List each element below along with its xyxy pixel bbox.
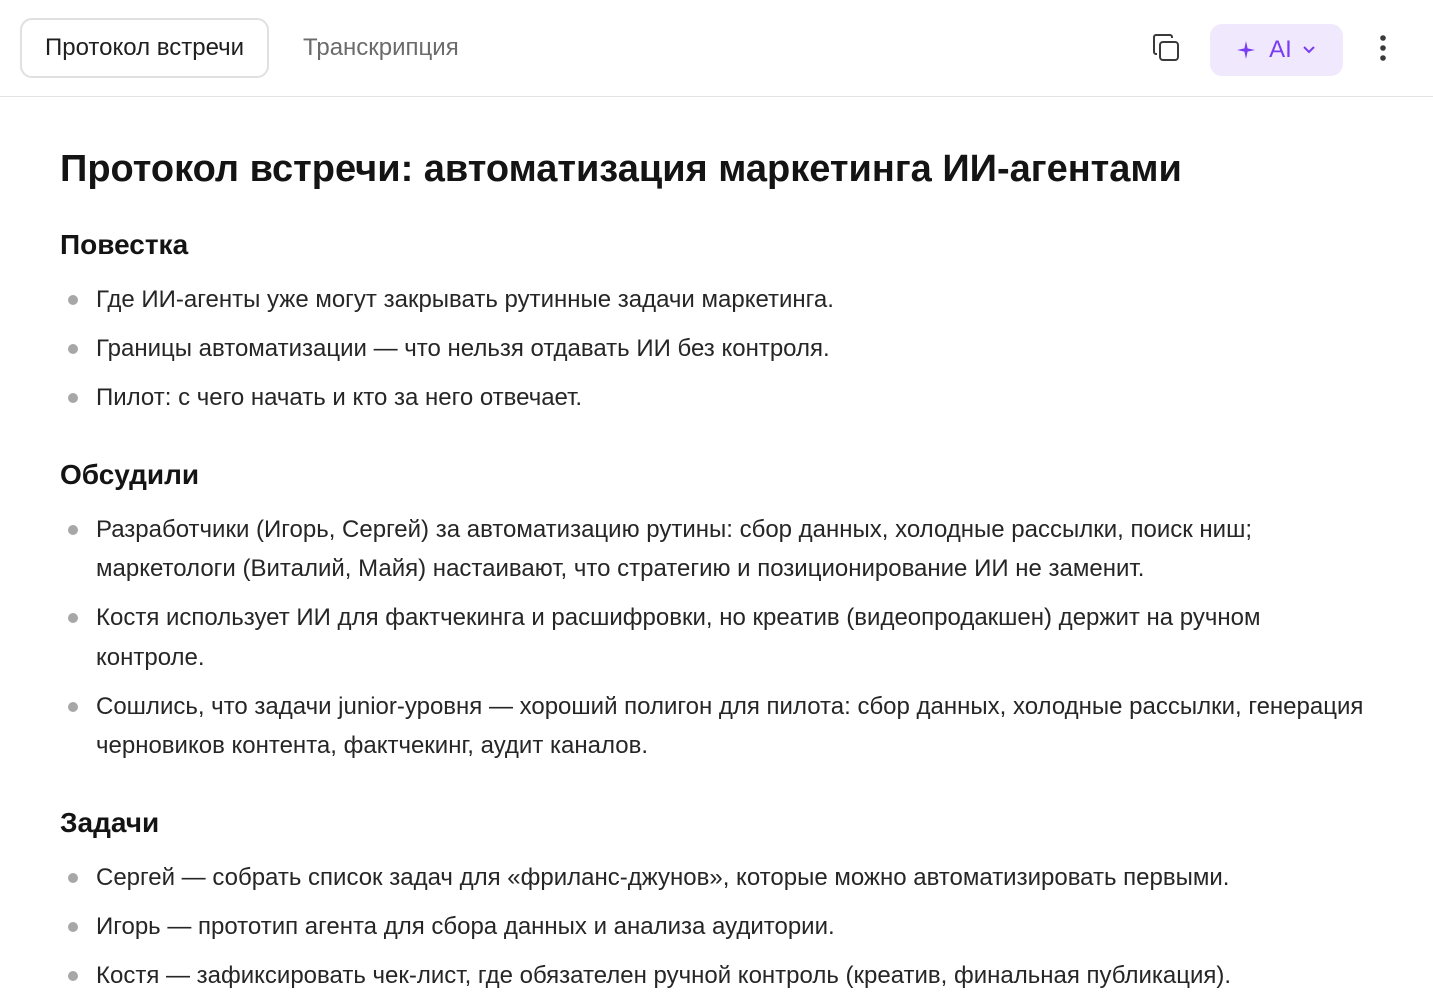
bullet-list: Где ИИ-агенты уже могут закрывать рутинн… bbox=[60, 280, 1373, 418]
bullet-list: Сергей — собрать список задач для «фрила… bbox=[60, 858, 1373, 996]
list-item: Сергей — собрать список задач для «фрила… bbox=[60, 858, 1373, 898]
header-toolbar: Протокол встречи Транскрипция AI bbox=[0, 0, 1433, 97]
section-heading: Повестка bbox=[60, 229, 189, 260]
section-heading: Задачи bbox=[60, 806, 160, 838]
ai-button-label: AI bbox=[1269, 36, 1292, 63]
document-title: Протокол встречи: автоматизация маркетин… bbox=[60, 148, 1182, 190]
ai-dropdown-button[interactable]: AI bbox=[1210, 24, 1343, 76]
section-heading: Обсудили bbox=[60, 458, 200, 490]
list-item: Костя — зафиксировать чек-лист, где обяз… bbox=[60, 956, 1373, 996]
list-item: Сошлись, что задачи junior-уровня — хоро… bbox=[60, 687, 1373, 766]
copy-icon bbox=[1150, 32, 1182, 69]
more-options-button[interactable] bbox=[1363, 24, 1403, 76]
sparkle-icon bbox=[1237, 41, 1256, 59]
section-tasks: Задачи Сергей — собрать список задач для… bbox=[60, 805, 1373, 996]
list-item: Разработчики (Игорь, Сергей) за автомати… bbox=[60, 510, 1373, 589]
document-content: Протокол встречи: автоматизация маркетин… bbox=[0, 97, 1433, 995]
list-item: Пилот: с чего начать и кто за него отвеч… bbox=[60, 378, 1373, 418]
copy-button[interactable] bbox=[1140, 24, 1192, 76]
bullet-list: Разработчики (Игорь, Сергей) за автомати… bbox=[60, 510, 1373, 766]
tab-transcription[interactable]: Транскрипция bbox=[269, 18, 493, 78]
list-item: Где ИИ-агенты уже могут закрывать рутинн… bbox=[60, 280, 1373, 320]
toolbar-actions: AI bbox=[1140, 24, 1403, 76]
list-item: Игорь — прототип агента для сбора данных… bbox=[60, 907, 1373, 947]
section-discussed: Обсудили Разработчики (Игорь, Сергей) за… bbox=[60, 457, 1373, 766]
list-item: Костя использует ИИ для фактчекинга и ра… bbox=[60, 598, 1373, 677]
more-vertical-icon bbox=[1379, 34, 1387, 67]
chevron-down-icon bbox=[1302, 45, 1316, 55]
tab-protocol[interactable]: Протокол встречи bbox=[20, 18, 270, 78]
list-item: Границы автоматизации — что нельзя отдав… bbox=[60, 329, 1373, 369]
section-agenda: Повестка Где ИИ-агенты уже могут закрыва… bbox=[60, 227, 1373, 418]
